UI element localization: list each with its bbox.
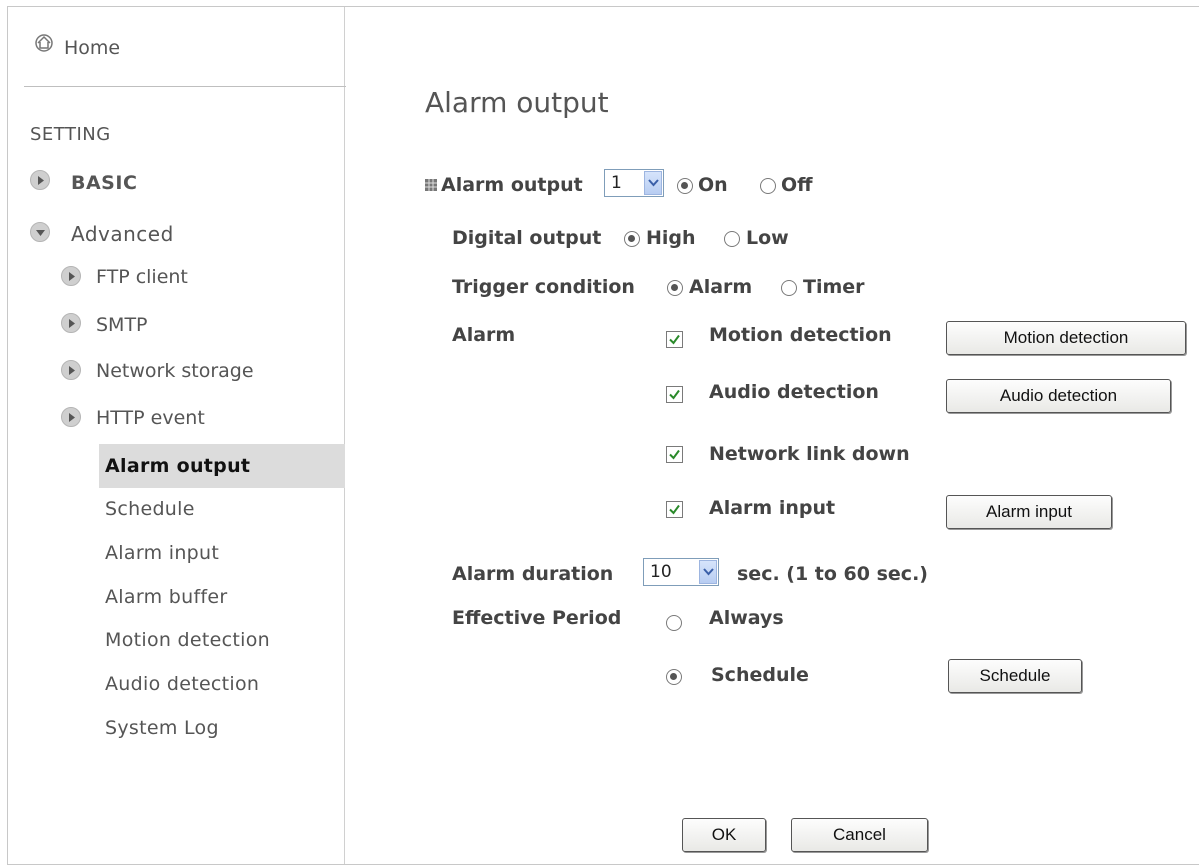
alarm-output-on-label: On	[698, 174, 728, 196]
ok-button[interactable]: OK	[682, 818, 766, 852]
alarm-input-label: Alarm input	[709, 497, 836, 519]
trigger-timer-label: Timer	[803, 276, 865, 298]
alarm-output-off-label: Off	[781, 174, 813, 196]
audio-detection-checkbox[interactable]	[666, 386, 683, 403]
expand-arrow-icon[interactable]	[30, 170, 50, 190]
digital-output-label: Digital output	[452, 227, 602, 249]
audio-detection-button[interactable]: Audio detection	[946, 379, 1171, 413]
chevron-down-icon	[644, 171, 662, 195]
collapse-arrow-icon[interactable]	[30, 222, 50, 242]
sidebar: Home SETTING BASIC Advanced FTP client S…	[8, 7, 346, 864]
effective-always-label: Always	[709, 607, 784, 629]
expand-arrow-icon[interactable]	[61, 360, 81, 380]
alarm-label: Alarm	[452, 324, 516, 346]
sidebar-item-advanced[interactable]: Advanced	[71, 222, 174, 246]
motion-detection-checkbox[interactable]	[666, 331, 683, 348]
sidebar-item-ftp-client[interactable]: FTP client	[96, 266, 188, 288]
alarm-input-button[interactable]: Alarm input	[946, 495, 1112, 529]
effective-schedule-label: Schedule	[711, 664, 809, 686]
grid-square-icon	[425, 179, 437, 191]
setting-heading: SETTING	[30, 124, 111, 145]
alarm-duration-label: Alarm duration	[452, 563, 614, 585]
sidebar-item-alarm-output[interactable]: Alarm output	[105, 455, 250, 477]
alarm-output-off-radio[interactable]	[760, 178, 776, 194]
alarm-duration-hint: sec. (1 to 60 sec.)	[737, 563, 928, 585]
sidebar-item-basic[interactable]: BASIC	[71, 172, 137, 194]
alarm-input-checkbox[interactable]	[666, 501, 683, 518]
sidebar-item-motion-detection[interactable]: Motion detection	[105, 629, 270, 651]
sidebar-item-network-storage[interactable]: Network storage	[96, 360, 254, 382]
sidebar-item-smtp[interactable]: SMTP	[96, 314, 148, 336]
sidebar-item-alarm-input[interactable]: Alarm input	[105, 542, 219, 564]
sidebar-item-audio-detection[interactable]: Audio detection	[105, 673, 259, 695]
effective-period-label: Effective Period	[452, 607, 622, 629]
home-icon[interactable]	[32, 32, 60, 56]
motion-detection-button[interactable]: Motion detection	[946, 321, 1186, 355]
sidebar-divider	[24, 86, 346, 87]
sidebar-item-http-event[interactable]: HTTP event	[96, 407, 205, 429]
sidebar-item-system-log[interactable]: System Log	[105, 717, 219, 739]
digital-output-high-radio[interactable]	[624, 231, 640, 247]
digital-output-low-label: Low	[746, 227, 789, 249]
chevron-down-icon	[699, 560, 717, 584]
network-link-down-label: Network link down	[709, 443, 910, 465]
alarm-output-select-value: 1	[611, 173, 622, 193]
alarm-duration-select-value: 10	[650, 562, 672, 582]
cancel-button[interactable]: Cancel	[791, 818, 928, 852]
network-link-down-checkbox[interactable]	[666, 446, 683, 463]
effective-schedule-radio[interactable]	[666, 669, 682, 685]
trigger-alarm-label: Alarm	[689, 276, 753, 298]
alarm-duration-select[interactable]: 10	[643, 558, 719, 586]
digital-output-low-radio[interactable]	[724, 231, 740, 247]
expand-arrow-icon[interactable]	[61, 407, 81, 427]
trigger-condition-label: Trigger condition	[452, 276, 635, 298]
sidebar-item-schedule[interactable]: Schedule	[105, 498, 195, 520]
alarm-output-on-radio[interactable]	[677, 178, 693, 194]
alarm-output-select[interactable]: 1	[604, 169, 664, 197]
page-title: Alarm output	[425, 86, 609, 119]
effective-always-radio[interactable]	[666, 615, 682, 631]
trigger-timer-radio[interactable]	[781, 280, 797, 296]
trigger-alarm-radio[interactable]	[667, 280, 683, 296]
motion-detection-label: Motion detection	[709, 324, 892, 346]
sidebar-item-alarm-buffer[interactable]: Alarm buffer	[105, 586, 228, 608]
expand-arrow-icon[interactable]	[61, 313, 81, 333]
audio-detection-label: Audio detection	[709, 381, 879, 403]
alarm-output-label: Alarm output	[441, 174, 583, 196]
digital-output-high-label: High	[646, 227, 696, 249]
schedule-button[interactable]: Schedule	[948, 659, 1082, 693]
expand-arrow-icon[interactable]	[61, 266, 81, 286]
home-link[interactable]: Home	[64, 37, 120, 59]
